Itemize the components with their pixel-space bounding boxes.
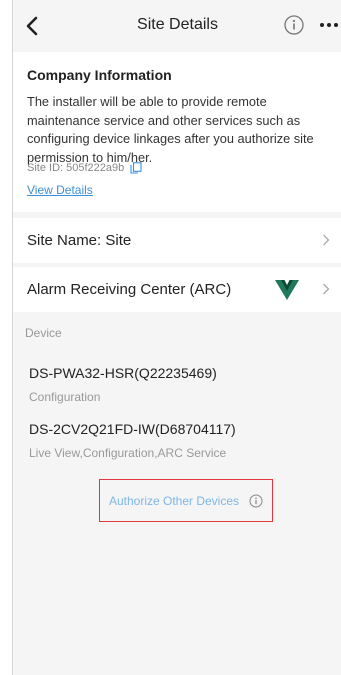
top-nav-bar: Site Details xyxy=(13,0,341,52)
app-frame: Site Details Company Information The ins… xyxy=(12,0,341,675)
info-icon[interactable] xyxy=(283,14,305,36)
site-name-label: Site Name: Site xyxy=(27,232,132,249)
site-name-row[interactable]: Site Name: Site xyxy=(13,218,341,263)
arc-label: Alarm Receiving Center (ARC) xyxy=(27,281,232,298)
more-options-icon[interactable] xyxy=(318,14,340,36)
company-info-heading: Company Information xyxy=(27,67,172,83)
arc-logo-icon xyxy=(275,280,299,300)
device-services: Live View,Configuration,ARC Service xyxy=(29,446,227,460)
site-id-text: Site ID: 505f222a9b xyxy=(27,162,125,174)
chevron-right-icon xyxy=(323,283,330,295)
device-name: DS-2CV2Q21FD-IW(D68704117) xyxy=(29,421,236,437)
copy-icon[interactable] xyxy=(130,162,142,174)
authorize-other-devices-label: Authorize Other Devices xyxy=(108,493,240,508)
device-services: Configuration xyxy=(29,390,101,404)
device-name: DS-PWA32-HSR(Q22235469) xyxy=(29,365,217,381)
authorize-other-devices-button[interactable]: Authorize Other Devices xyxy=(99,479,273,522)
arc-row[interactable]: Alarm Receiving Center (ARC) xyxy=(13,267,341,312)
company-info-card: Company Information The installer will b… xyxy=(13,52,341,212)
device-section-label: Device xyxy=(25,326,62,340)
site-id-row: Site ID: 505f222a9b xyxy=(27,162,142,174)
company-info-description: The installer will be able to provide re… xyxy=(27,94,314,165)
view-details-link[interactable]: View Details xyxy=(27,183,93,197)
info-icon[interactable] xyxy=(249,494,263,508)
chevron-right-icon xyxy=(323,234,330,246)
